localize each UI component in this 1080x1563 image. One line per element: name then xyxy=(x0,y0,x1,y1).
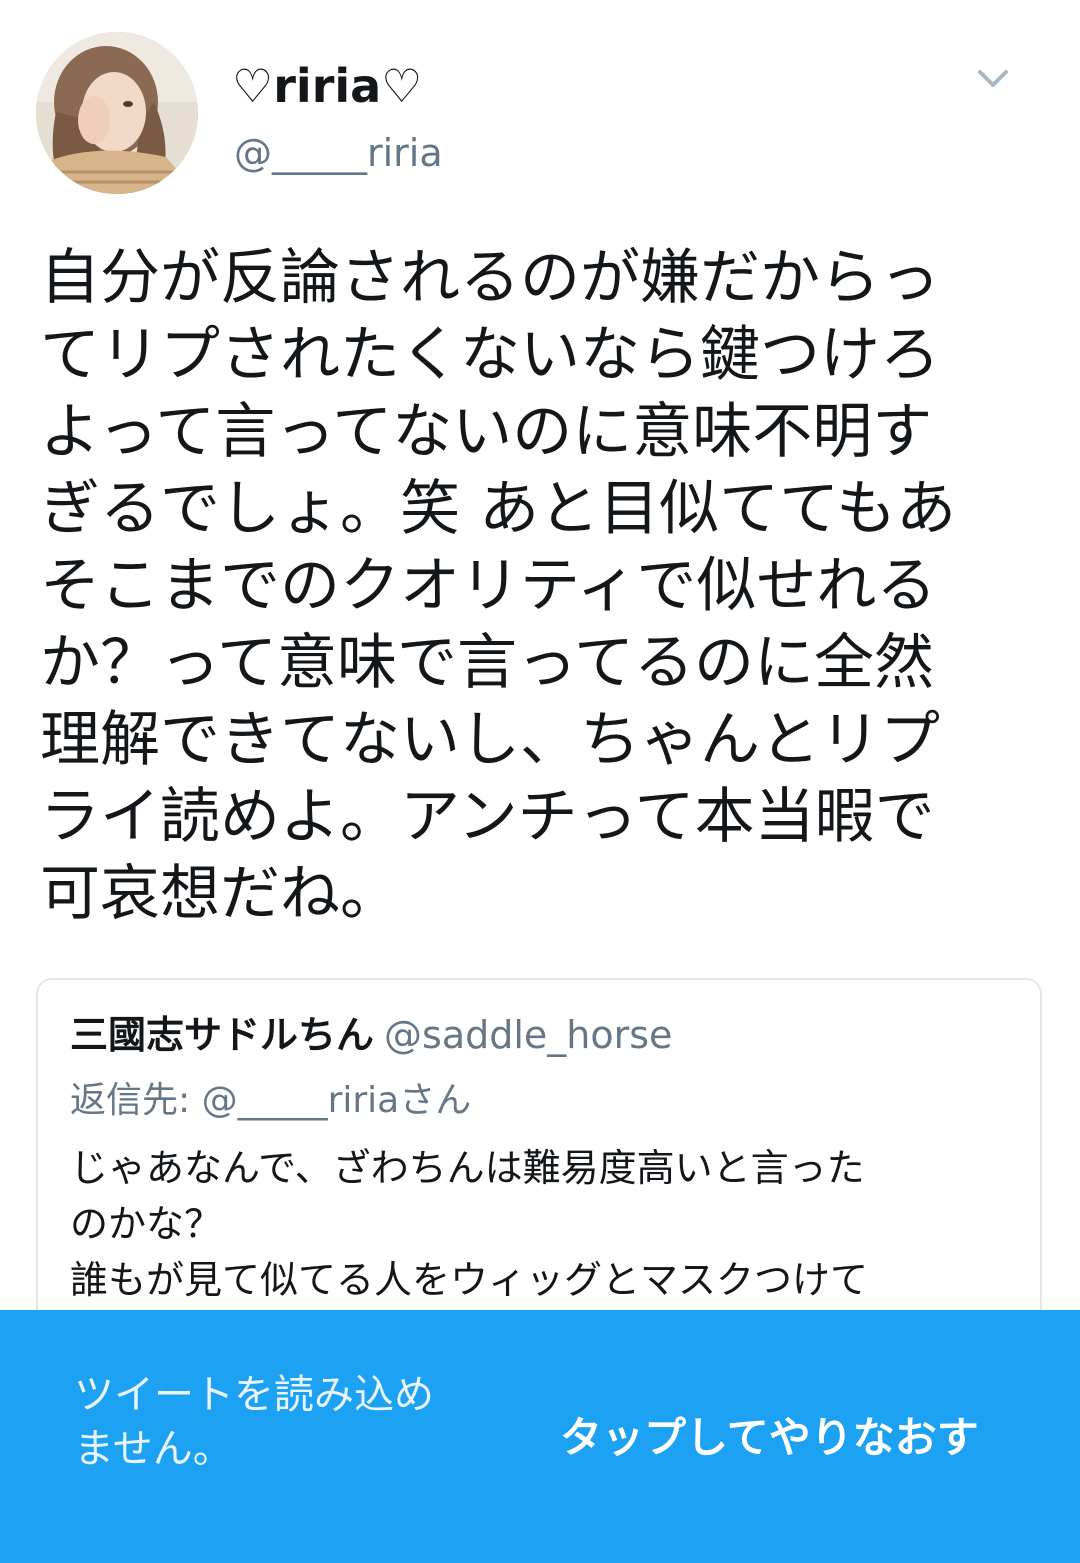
chevron-down-icon[interactable] xyxy=(972,60,1014,96)
user-handle[interactable]: @_____riria xyxy=(234,126,443,180)
profile-photo xyxy=(36,32,198,194)
load-error-banner: ツイートを読み込め ません。 タップしてやりなおす xyxy=(0,1310,1080,1563)
quoted-tweet-author-name: 三國志サドルちん xyxy=(70,1013,375,1057)
display-name[interactable]: ♡riria♡ xyxy=(232,56,422,116)
retry-button[interactable]: タップしてやりなおす xyxy=(560,1410,979,1466)
quoted-tweet-header: 三國志サドルちん @saddle_horse xyxy=(70,1010,672,1060)
error-message: ツイートを読み込め ません。 xyxy=(74,1372,434,1472)
quoted-tweet-author-handle: @saddle_horse xyxy=(384,1013,673,1057)
quoted-tweet-text: じゃあなんで、ざわちんは難易度高いと言った のかな？ 誰もが見て似てる人をウィッ… xyxy=(70,1146,869,1302)
quoted-tweet-replying-to: 返信先: @_____ririaさん xyxy=(70,1080,472,1121)
tweet-text: 自分が反論されるのが嫌だからっ てリプされたくないなら鍵つけろ よって言ってない… xyxy=(40,243,957,929)
user-avatar[interactable] xyxy=(36,32,198,194)
tweet-detail-screen: ♡riria♡ @_____riria 自分が反論されるのが嫌だからっ てリプさ… xyxy=(0,0,1080,1563)
